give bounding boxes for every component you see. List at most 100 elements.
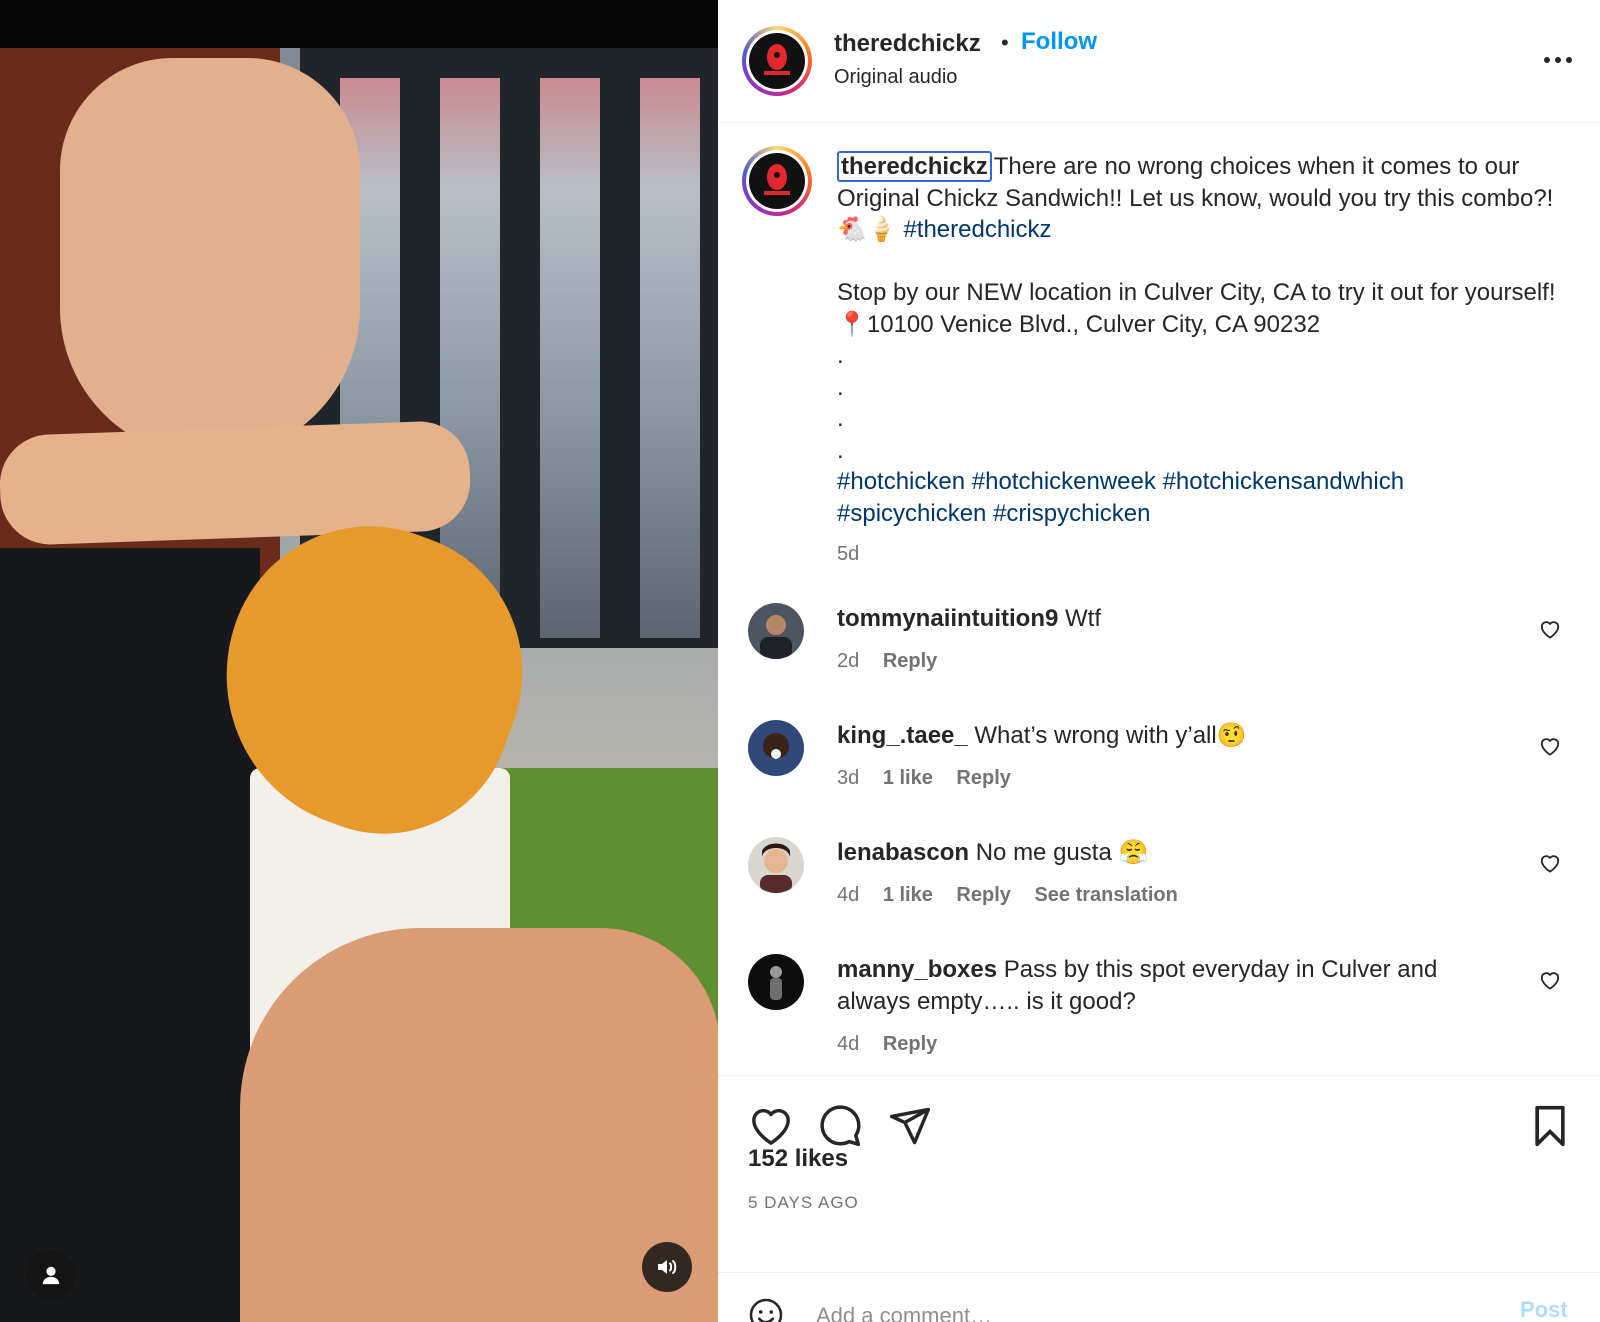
comment-meta: 2d Reply xyxy=(837,650,955,673)
comment-meta: 4d 1 like Reply See translation xyxy=(837,884,1196,907)
comment-body: manny_boxes Pass by this spot everyday i… xyxy=(837,954,1497,1017)
heart-icon xyxy=(1540,621,1560,639)
comment-button[interactable] xyxy=(818,1104,864,1150)
video-frame[interactable] xyxy=(0,48,718,1322)
caption-timestamp: 5d xyxy=(837,539,1557,571)
comment-like-button[interactable] xyxy=(1536,849,1564,877)
see-translation-button[interactable]: See translation xyxy=(1034,884,1177,906)
caption-hashtag[interactable]: #hotchicken xyxy=(837,468,965,495)
comment-text: Wtf xyxy=(1065,605,1102,632)
caption-author-avatar-inner xyxy=(746,150,808,212)
caption-hashtag[interactable]: #hotchickenweek xyxy=(972,468,1156,495)
caption-line-2: Stop by our NEW location in Culver City,… xyxy=(837,279,1556,338)
save-button[interactable] xyxy=(1530,1104,1576,1150)
author-avatar[interactable] xyxy=(742,26,812,96)
comment-username[interactable]: king_.taee_ xyxy=(837,722,968,749)
likes-count[interactable]: 152 likes xyxy=(748,1145,848,1173)
caption-dot: . xyxy=(837,436,844,464)
header-separator: • xyxy=(1001,30,1009,55)
chicken-logo-icon xyxy=(764,44,790,75)
avatar-photo-icon xyxy=(748,603,804,659)
caption-author-avatar[interactable] xyxy=(742,146,812,216)
comments-scroll-area[interactable]: theredchickz There are no wrong choices w… xyxy=(718,123,1600,1075)
comment-body: lenabascon No me gusta 😤 xyxy=(837,837,1497,869)
post-details-panel: theredchickz • Follow Original audio the… xyxy=(718,0,1600,1322)
instagram-post-window: theredchickz • Follow Original audio the… xyxy=(0,0,1600,1322)
video-player[interactable] xyxy=(0,0,718,1322)
comment-username[interactable]: lenabascon xyxy=(837,839,969,866)
comment-body: king_.taee_ What’s wrong with y’all🤨 xyxy=(837,720,1497,752)
post-actions-bar xyxy=(718,1075,1600,1276)
commenter-avatar[interactable] xyxy=(748,603,804,659)
heart-icon xyxy=(1540,972,1560,990)
avatar-photo-icon xyxy=(748,720,804,776)
comment-icon xyxy=(820,1105,861,1147)
reply-button[interactable]: Reply xyxy=(956,767,1010,789)
reply-button[interactable]: Reply xyxy=(883,650,937,672)
comment-age[interactable]: 4d xyxy=(837,1033,859,1055)
comment-body: tommynaiintuition9 Wtf xyxy=(837,603,1497,635)
mute-toggle-button[interactable] xyxy=(642,1242,692,1292)
comment-meta: 3d 1 like Reply xyxy=(837,767,1029,790)
comment-age[interactable]: 4d xyxy=(837,884,859,906)
heart-icon xyxy=(1540,738,1560,756)
caption-hashtag[interactable]: #theredchickz xyxy=(903,216,1051,243)
heart-icon xyxy=(1540,855,1560,873)
comment-like-button[interactable] xyxy=(1536,732,1564,760)
comment-text: No me gusta 😤 xyxy=(975,839,1149,866)
heart-icon xyxy=(752,1108,790,1145)
emoji-icon xyxy=(749,1298,783,1322)
follow-button[interactable]: Follow xyxy=(1021,28,1097,56)
like-button[interactable] xyxy=(748,1104,794,1150)
avatar-photo-icon xyxy=(748,954,804,1010)
caption-hashtag[interactable]: #spicychicken xyxy=(837,500,986,527)
commenter-avatar[interactable] xyxy=(748,954,804,1010)
commenter-avatar[interactable] xyxy=(748,720,804,776)
comment-likes-count[interactable]: 1 like xyxy=(883,884,933,906)
more-options-button[interactable] xyxy=(1538,40,1578,80)
user-icon xyxy=(42,1266,60,1285)
emoji-button[interactable] xyxy=(748,1297,784,1322)
comment-like-button[interactable] xyxy=(1536,615,1564,643)
post-comment-button[interactable]: Post xyxy=(1520,1297,1568,1322)
caption-dot: . xyxy=(837,405,844,432)
caption-hashtags: #hotchicken #hotchickenweek #hotchickens… xyxy=(837,466,1557,529)
comment-username[interactable]: tommynaiintuition9 xyxy=(837,605,1058,632)
video-scene-face xyxy=(60,58,360,458)
caption-dot: . xyxy=(837,342,844,369)
author-username[interactable]: theredchickz xyxy=(834,30,981,58)
post-date: 5 DAYS AGO xyxy=(748,1193,859,1212)
share-button[interactable] xyxy=(888,1104,934,1150)
video-scene-shirt xyxy=(0,548,260,1322)
video-scene-arm xyxy=(0,419,472,547)
comment-likes-count[interactable]: 1 like xyxy=(883,767,933,789)
share-icon xyxy=(889,1107,931,1145)
video-letterbox xyxy=(0,0,718,48)
comment-username[interactable]: manny_boxes xyxy=(837,956,997,983)
brand-logo-icon xyxy=(749,153,805,209)
comment-composer: Post xyxy=(718,1272,1600,1322)
reply-button[interactable]: Reply xyxy=(956,884,1010,906)
comment-text: What’s wrong with y’all🤨 xyxy=(974,722,1247,749)
chicken-logo-icon xyxy=(764,164,790,195)
video-scene-window xyxy=(540,78,600,638)
caption-age[interactable]: 5d xyxy=(837,543,859,565)
caption-hashtag[interactable]: #crispychicken xyxy=(993,500,1150,527)
comment-meta: 4d Reply xyxy=(837,1033,955,1056)
tagged-users-button[interactable] xyxy=(26,1250,76,1300)
comment-like-button[interactable] xyxy=(1536,966,1564,994)
comment-age[interactable]: 3d xyxy=(837,767,859,789)
post-caption: theredchickz There are no wrong choices w… xyxy=(837,151,1557,571)
audio-link[interactable]: Original audio xyxy=(834,66,957,89)
comment-input[interactable] xyxy=(814,1295,1468,1322)
brand-logo-icon xyxy=(749,33,805,89)
bookmark-icon xyxy=(1535,1105,1565,1147)
commenter-avatar[interactable] xyxy=(748,837,804,893)
caption-hashtag[interactable]: #hotchickensandwhich xyxy=(1163,468,1405,495)
avatar-photo-icon xyxy=(748,837,804,893)
more-horizontal-icon xyxy=(1544,57,1572,63)
caption-username[interactable]: theredchickz xyxy=(837,151,992,182)
reply-button[interactable]: Reply xyxy=(883,1033,937,1055)
comment-age[interactable]: 2d xyxy=(837,650,859,672)
